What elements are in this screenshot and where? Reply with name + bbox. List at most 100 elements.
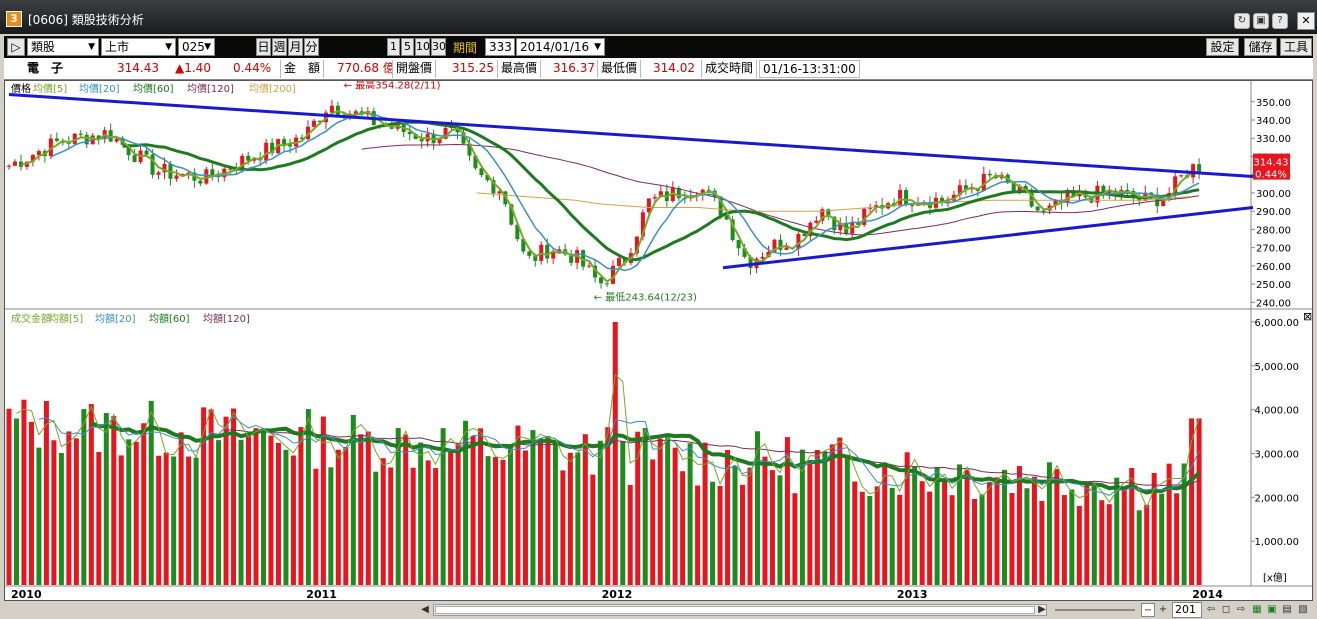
period-10-button[interactable]: 10 — [415, 38, 430, 56]
volume-bar — [21, 399, 27, 585]
code-select[interactable]: 025 ▼ — [178, 38, 215, 56]
open-value: 315.25 — [452, 61, 494, 75]
refresh-icon[interactable]: ↻ — [1234, 13, 1250, 29]
x-axis-label: 2011 — [306, 588, 337, 600]
date-select[interactable]: 2014/01/16 ▼ — [516, 38, 605, 56]
zoom-slider[interactable] — [1055, 609, 1135, 611]
volume-bar — [867, 495, 873, 585]
volume-bar — [455, 442, 461, 585]
excel-icon[interactable]: ▦ — [1250, 603, 1264, 617]
x-axis-label: 2012 — [602, 588, 633, 600]
save-disk-icon[interactable]: ▣ — [1265, 603, 1279, 617]
volume-bar — [1031, 476, 1037, 585]
market-select[interactable]: 上市 ▼ — [101, 38, 176, 56]
scroll-right-icon[interactable]: ▶ — [1035, 603, 1049, 617]
period-30-button[interactable]: 30 — [431, 38, 446, 56]
image-icon[interactable]: ▧ — [1296, 603, 1310, 617]
amount-value: 770.68 億 — [337, 61, 395, 75]
volume-bar — [313, 468, 319, 585]
candle-body — [1125, 189, 1130, 192]
volume-bar — [111, 416, 117, 585]
settings-button[interactable]: 設定 — [1206, 38, 1239, 56]
arrow-left-icon[interactable]: ⇦ — [1204, 603, 1218, 617]
x-axis-label: 2013 — [897, 588, 928, 600]
x-axis-label: 2010 — [11, 588, 42, 600]
volume-bar — [500, 459, 506, 585]
chart-icon[interactable]: ▤ — [1280, 603, 1294, 617]
candle-body — [652, 197, 657, 199]
chevron-down-icon: ▼ — [594, 42, 601, 52]
volume-bar — [126, 439, 132, 585]
volume-bar — [725, 449, 731, 585]
amount-label: 金 額 — [280, 60, 325, 78]
scroll-left-icon[interactable]: ◀ — [418, 603, 432, 617]
candle-body — [646, 198, 651, 213]
volume-tick-label: 6,000.00 — [1254, 318, 1299, 329]
tools-button[interactable]: 工具 — [1280, 38, 1312, 56]
volume-bar — [388, 467, 394, 585]
volume-tick-label: 5,000.00 — [1254, 362, 1299, 373]
period-input[interactable]: 333 — [485, 38, 515, 56]
volume-bar — [403, 434, 409, 585]
low-annotation: ← 最低243.64(12/23) — [594, 291, 697, 304]
price-tick-label: 260.00 — [1256, 262, 1291, 273]
play-icon[interactable]: ▷ — [7, 38, 25, 56]
change-pct-value: 0.44% — [233, 61, 272, 75]
volume-bar — [171, 456, 177, 585]
volume-bar — [522, 450, 528, 585]
week-button[interactable]: 週 — [272, 38, 287, 56]
candle-body — [84, 134, 89, 145]
zoom-out-icon[interactable]: − — [1141, 603, 1155, 617]
volume-bar — [425, 460, 431, 585]
price-tick-label: 300.00 — [1256, 189, 1291, 200]
print-icon[interactable]: ▣ — [1253, 13, 1269, 29]
candle-body — [150, 154, 155, 175]
candle-body — [814, 220, 819, 223]
volume-bar — [680, 471, 686, 585]
candle-body — [1179, 175, 1184, 177]
chart-area[interactable]: 350.00340.00330.00320.00310.00300.00290.… — [4, 80, 1313, 601]
volume-bar — [433, 468, 439, 585]
volume-bar — [1136, 510, 1142, 585]
volume-bar — [747, 467, 753, 585]
ma200-line — [476, 192, 1191, 212]
candle-body — [605, 283, 610, 285]
volume-bar — [889, 487, 895, 585]
scrollbar[interactable] — [433, 604, 1047, 616]
volume-bar — [1016, 466, 1022, 585]
volume-tick-label: 4,000.00 — [1254, 406, 1299, 417]
price-tick-label: 270.00 — [1256, 244, 1291, 255]
volume-bar — [66, 431, 72, 585]
candle-body — [1041, 210, 1046, 212]
volume-bar — [156, 455, 162, 585]
month-button[interactable]: 月 — [288, 38, 303, 56]
price-legend-item: 均價[60] — [133, 82, 174, 95]
volume-bar — [1196, 418, 1202, 585]
help-icon[interactable]: ? — [1272, 13, 1288, 29]
chevron-down-icon: ▼ — [88, 42, 95, 52]
minute-button[interactable]: 分 — [304, 38, 319, 56]
zoom-input[interactable]: 201 — [1172, 602, 1202, 618]
zoom-in-icon[interactable]: + — [1156, 603, 1170, 617]
volume-bar — [507, 447, 513, 585]
period-1-button[interactable]: 1 — [387, 38, 400, 56]
scrollbar-thumb[interactable] — [435, 606, 1035, 614]
candle-body — [987, 173, 992, 176]
candle-body — [784, 247, 789, 250]
high-label: 最高價 — [497, 60, 542, 78]
volume-bar — [1084, 484, 1090, 585]
volume-legend-item: 均額[20] — [95, 312, 136, 325]
day-button[interactable]: 日 — [256, 38, 271, 56]
stop-icon[interactable]: ◻ — [1219, 603, 1233, 617]
arrow-right-icon[interactable]: ⇨ — [1234, 603, 1248, 617]
save-button[interactable]: 儲存 — [1244, 38, 1277, 56]
volume-bar — [874, 486, 880, 585]
volume-bar — [762, 456, 768, 585]
support-trendline — [722, 206, 1254, 270]
close-icon[interactable]: ✕ — [1297, 12, 1315, 30]
category-select[interactable]: 類股 ▼ — [27, 38, 99, 56]
volume-bar — [1069, 489, 1075, 585]
volume-bar — [792, 493, 798, 585]
candle-body — [198, 180, 203, 184]
period-5-button[interactable]: 5 — [401, 38, 414, 56]
